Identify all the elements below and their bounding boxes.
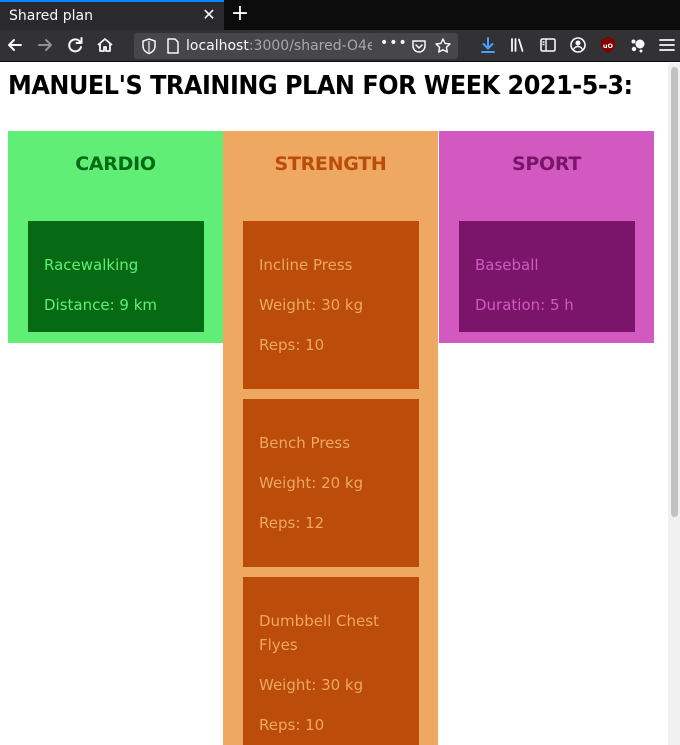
scrollbar-thumb[interactable] bbox=[671, 67, 678, 517]
menu-icon[interactable] bbox=[657, 35, 677, 55]
exercise-card: Racewalking Distance: 9 km bbox=[28, 221, 204, 332]
column-heading-strength: Strength bbox=[274, 153, 387, 175]
exercise-detail: Duration: 5 h bbox=[475, 296, 574, 314]
exercise-card: Baseball Duration: 5 h bbox=[459, 221, 635, 332]
page-info-icon[interactable] bbox=[164, 37, 182, 55]
account-icon[interactable] bbox=[568, 35, 588, 55]
column-cardio: Cardio Racewalking Distance: 9 km bbox=[8, 131, 223, 343]
reload-icon[interactable] bbox=[64, 34, 86, 56]
bookmark-star-icon[interactable] bbox=[434, 37, 452, 55]
exercise-name: Racewalking bbox=[44, 256, 139, 274]
url-host: localhost bbox=[186, 38, 249, 54]
tab-shared-plan[interactable]: Shared plan ✕ bbox=[0, 0, 224, 30]
vertical-scrollbar[interactable] bbox=[668, 63, 680, 745]
library-icon[interactable] bbox=[508, 35, 528, 55]
exercise-detail: Weight: 30 kg bbox=[259, 296, 364, 314]
url-bar[interactable]: localhost:3000/shared-O4e ••• bbox=[134, 33, 458, 59]
column-heading-sport: Sport bbox=[512, 153, 581, 175]
exercise-detail: Reps: 10 bbox=[259, 716, 325, 734]
exercise-name: Bench Press bbox=[259, 434, 351, 452]
back-icon[interactable] bbox=[4, 34, 26, 56]
column-sport: Sport Baseball Duration: 5 h bbox=[439, 131, 654, 343]
close-tab-icon[interactable]: ✕ bbox=[200, 6, 218, 24]
url-text[interactable]: localhost:3000/shared-O4e bbox=[186, 38, 372, 54]
tracking-shield-icon[interactable] bbox=[140, 37, 158, 55]
column-heading-cardio: Cardio bbox=[75, 153, 156, 175]
forward-icon[interactable] bbox=[34, 34, 56, 56]
column-strength: Strength Incline Press Weight: 30 kg Rep… bbox=[223, 131, 438, 745]
home-icon[interactable] bbox=[94, 34, 116, 56]
tab-bar: Shared plan ✕ + bbox=[0, 0, 680, 30]
url-path: :3000/shared-O4e bbox=[248, 38, 372, 54]
extension-icon[interactable] bbox=[628, 35, 648, 55]
exercise-detail: Distance: 9 km bbox=[44, 296, 158, 314]
ublock-icon[interactable]: uO bbox=[598, 35, 618, 55]
exercise-detail: Reps: 10 bbox=[259, 336, 325, 354]
download-icon[interactable] bbox=[478, 35, 498, 55]
exercise-name: Dumbbell Chest Flyes bbox=[259, 612, 379, 654]
sidebar-icon[interactable] bbox=[538, 35, 558, 55]
exercise-detail: Reps: 12 bbox=[259, 514, 325, 532]
page-actions-icon[interactable]: ••• bbox=[380, 35, 408, 51]
page-viewport: Manuel's training plan for week 2021-5-3… bbox=[0, 63, 668, 745]
exercise-detail: Weight: 30 kg bbox=[259, 676, 364, 694]
navigation-bar: localhost:3000/shared-O4e ••• uO bbox=[0, 30, 680, 62]
page-title: Manuel's training plan for week 2021-5-3… bbox=[8, 71, 633, 101]
exercise-detail: Weight: 20 kg bbox=[259, 474, 364, 492]
new-tab-icon[interactable]: + bbox=[230, 2, 250, 26]
exercise-card: Incline Press Weight: 30 kg Reps: 10 bbox=[243, 221, 419, 389]
exercise-card: Dumbbell Chest Flyes Weight: 30 kg Reps:… bbox=[243, 577, 419, 745]
pocket-icon[interactable] bbox=[410, 37, 428, 55]
exercise-name: Baseball bbox=[475, 256, 539, 274]
exercise-card: Bench Press Weight: 20 kg Reps: 12 bbox=[243, 399, 419, 567]
svg-text:uO: uO bbox=[603, 42, 614, 50]
tab-title: Shared plan bbox=[9, 8, 93, 24]
exercise-name: Incline Press bbox=[259, 256, 353, 274]
